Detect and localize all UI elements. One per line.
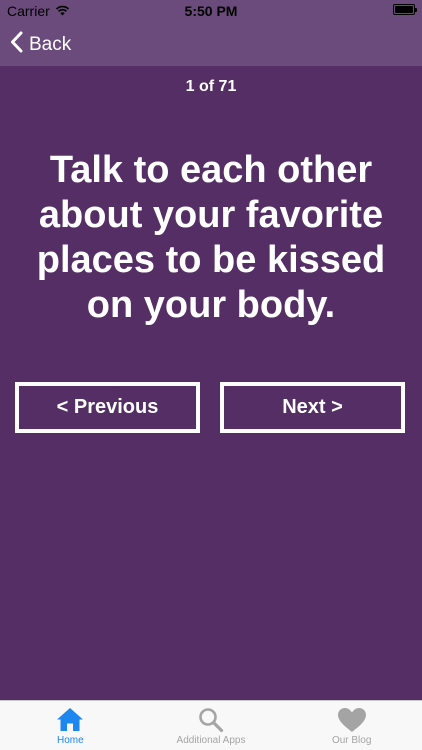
chevron-left-icon	[10, 31, 23, 59]
previous-button[interactable]: < Previous	[15, 382, 200, 433]
tab-bar: Home Additional Apps Our Blog	[0, 700, 422, 750]
tab-home-label: Home	[56, 735, 84, 746]
status-time: 5:50 PM	[184, 3, 238, 19]
top-bar: Carrier 5:50 PM Back	[0, 0, 422, 66]
prompt-text: Talk to each other about your favorite p…	[36, 149, 386, 326]
tab-our-blog-label: Our Blog	[331, 735, 372, 746]
navigation-bar: Back	[0, 22, 422, 66]
heart-icon	[337, 706, 367, 733]
back-button[interactable]: Back	[10, 31, 71, 59]
search-icon	[198, 706, 224, 733]
card-counter: 1 of 71	[185, 78, 237, 95]
tab-additional-apps[interactable]: Additional Apps	[141, 701, 282, 750]
next-button[interactable]: Next >	[220, 382, 405, 433]
battery-icon	[393, 4, 417, 15]
back-label: Back	[29, 34, 72, 55]
tab-additional-apps-label: Additional Apps	[176, 735, 246, 746]
tab-our-blog[interactable]: Our Blog	[281, 701, 422, 750]
status-bar: Carrier 5:50 PM	[0, 0, 422, 22]
tab-home[interactable]: Home	[0, 701, 141, 750]
home-icon	[56, 706, 84, 733]
